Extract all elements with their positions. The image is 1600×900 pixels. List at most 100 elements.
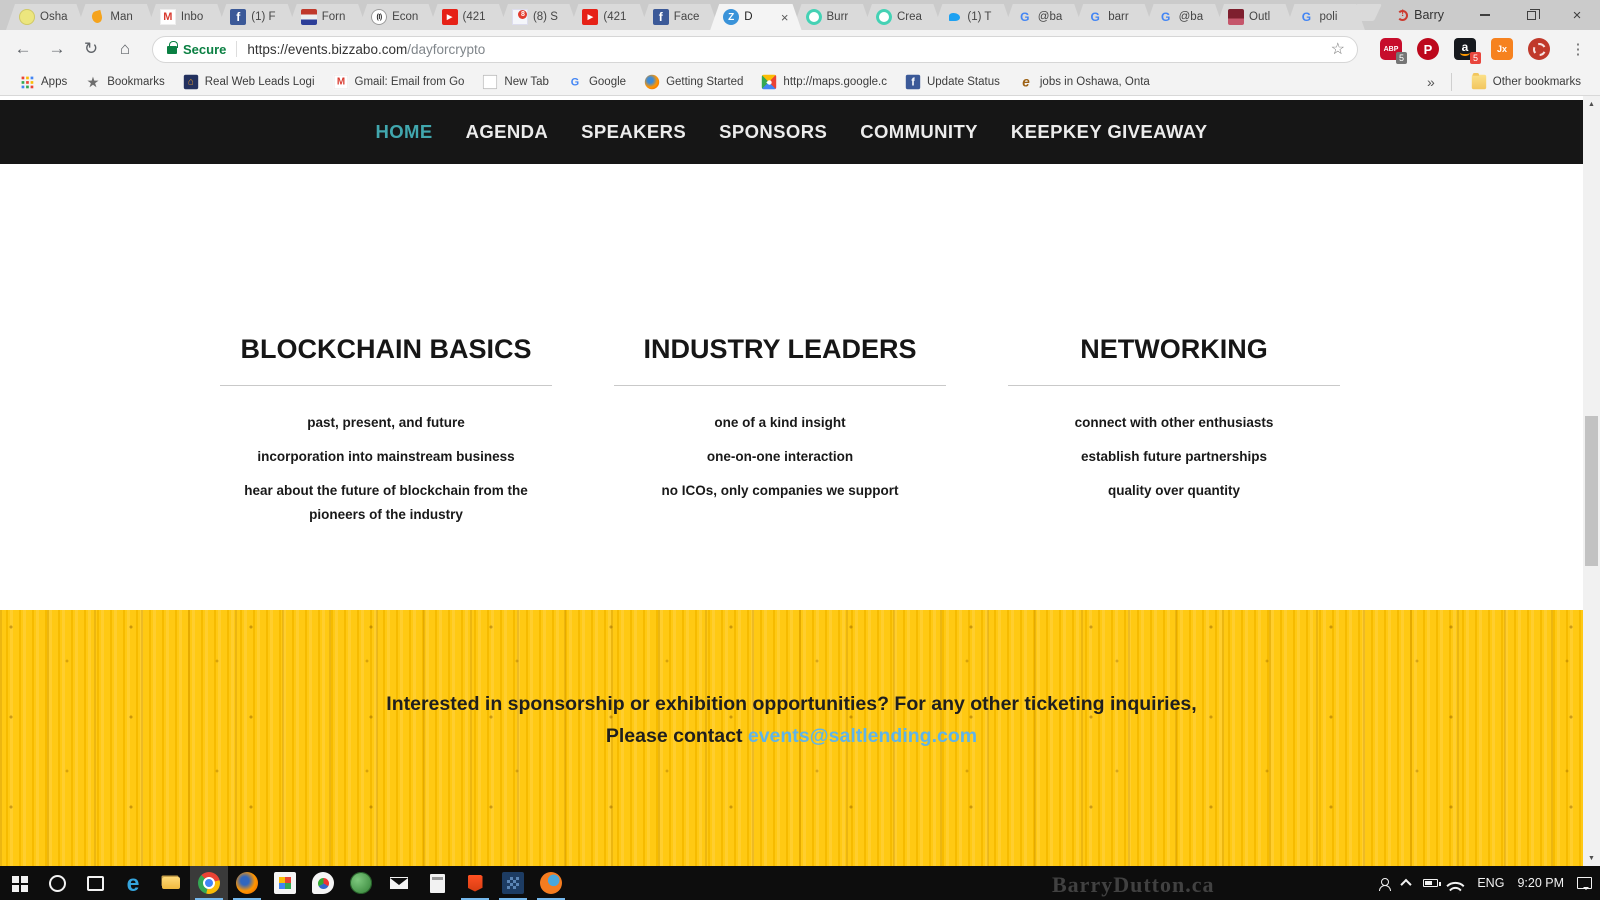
- notification-center-icon[interactable]: [1577, 877, 1592, 890]
- column-item: past, present, and future: [307, 415, 465, 430]
- tab-title: @ba: [1178, 11, 1204, 23]
- tab-title: Osha: [40, 11, 68, 23]
- taskbar-button[interactable]: [532, 866, 570, 900]
- bookmark-item[interactable]: Google: [558, 70, 635, 94]
- browser-tab[interactable]: D ×: [710, 4, 801, 30]
- security-label[interactable]: Secure: [183, 42, 226, 57]
- browser-tab[interactable]: @ba: [1145, 4, 1224, 30]
- column-item: incorporation into mainstream business: [257, 449, 515, 464]
- taskbar-button[interactable]: [304, 866, 342, 900]
- back-button[interactable]: ←: [10, 36, 36, 62]
- taskbar-button[interactable]: [456, 866, 494, 900]
- clock[interactable]: 9:20 PM: [1517, 876, 1564, 890]
- home-button[interactable]: ⌂: [112, 36, 138, 62]
- taskbar-button[interactable]: [114, 866, 152, 900]
- bookmark-item[interactable]: Apps: [10, 70, 76, 94]
- extension-icon[interactable]: [1528, 38, 1550, 60]
- taskbar-button[interactable]: [494, 866, 532, 900]
- people-icon[interactable]: [1379, 878, 1392, 891]
- browser-tab[interactable]: Outl: [1215, 4, 1294, 30]
- tab-title: barr: [1108, 11, 1129, 23]
- scrollbar-thumb[interactable]: [1585, 416, 1598, 566]
- taskbar-app-icon: [540, 872, 562, 894]
- back-icon: ←: [14, 39, 32, 58]
- contact-email-link[interactable]: events@saltlending.com: [748, 725, 977, 747]
- other-bookmarks-label: Other bookmarks: [1492, 75, 1581, 88]
- window-minimize-button[interactable]: [1462, 0, 1508, 30]
- extension-icon[interactable]: [1417, 38, 1439, 60]
- wifi-icon[interactable]: [1446, 875, 1465, 895]
- bookmarks-overflow-chevron[interactable]: »: [1421, 74, 1441, 90]
- browser-tab[interactable]: Inbo: [147, 4, 226, 30]
- browser-tab[interactable]: (8) S: [499, 4, 578, 30]
- tab-favicon: [1017, 9, 1033, 25]
- site-nav-link[interactable]: COMMUNITY: [860, 121, 978, 143]
- scrollbar-down-icon[interactable]: ▼: [1583, 850, 1600, 866]
- extension-icon[interactable]: [1491, 38, 1513, 60]
- extension-icon[interactable]: 5: [1380, 38, 1407, 64]
- reload-button[interactable]: ↻: [78, 36, 104, 62]
- taskbar-button[interactable]: [152, 866, 190, 900]
- window-restore-button[interactable]: [1508, 0, 1554, 30]
- site-nav-link[interactable]: HOME: [375, 121, 432, 143]
- language-indicator[interactable]: ENG: [1477, 876, 1504, 890]
- close-icon: ×: [1572, 6, 1582, 24]
- taskbar-button[interactable]: [380, 866, 418, 900]
- chrome-menu-icon[interactable]: ⋮: [1566, 40, 1590, 58]
- taskbar-button[interactable]: [342, 866, 380, 900]
- site-nav-link[interactable]: SPEAKERS: [581, 121, 686, 143]
- taskbar-button[interactable]: [38, 866, 76, 900]
- page-scrollbar[interactable]: ▲ ▼: [1583, 96, 1600, 866]
- omnibox[interactable]: Secure https://events.bizzabo.com/dayfor…: [152, 35, 1358, 63]
- site-nav: HOME AGENDA SPEAKERS SPONSORS COMMUNITY …: [0, 100, 1583, 164]
- bookmark-item[interactable]: Gmail: Email from Go: [324, 70, 474, 94]
- column-item: hear about the future of blockchain from…: [244, 483, 528, 522]
- tab-close-icon[interactable]: ×: [781, 11, 789, 24]
- browser-tab[interactable]: Econ: [358, 4, 437, 30]
- site-nav-link[interactable]: KEEPKEY GIVEAWAY: [1011, 121, 1208, 143]
- bookmark-item[interactable]: Bookmarks: [76, 70, 174, 94]
- browser-tab[interactable]: (1) T: [933, 4, 1012, 30]
- browser-tab[interactable]: (421: [569, 4, 648, 30]
- taskbar-button[interactable]: [76, 866, 114, 900]
- browser-tab[interactable]: Forn: [288, 4, 367, 30]
- browser-profile[interactable]: Barry: [1397, 8, 1444, 22]
- browser-tab[interactable]: Burr: [793, 4, 872, 30]
- taskbar-button[interactable]: [228, 866, 266, 900]
- bookmark-label: New Tab: [504, 75, 549, 88]
- secure-lock-icon[interactable]: [167, 41, 178, 54]
- bookmark-favicon: [483, 74, 498, 89]
- browser-tab[interactable]: (1) F: [217, 4, 296, 30]
- browser-tab[interactable]: Osha: [6, 4, 85, 30]
- browser-tab[interactable]: Man: [76, 4, 155, 30]
- browser-tab[interactable]: Face: [640, 4, 719, 30]
- other-bookmarks[interactable]: Other bookmarks: [1462, 70, 1590, 94]
- browser-tab[interactable]: (421: [429, 4, 508, 30]
- browser-tab[interactable]: Crea: [863, 4, 942, 30]
- taskbar-button[interactable]: [0, 866, 38, 900]
- tray-chevron-icon[interactable]: [1400, 878, 1413, 891]
- bookmark-item[interactable]: Real Web Leads Logi: [174, 70, 324, 94]
- site-nav-link[interactable]: AGENDA: [466, 121, 549, 143]
- bookmark-item[interactable]: Getting Started: [635, 70, 752, 94]
- bookmark-star-icon[interactable]: ☆: [1331, 39, 1345, 59]
- scrollbar-up-icon[interactable]: ▲: [1583, 96, 1600, 112]
- url-text[interactable]: https://events.bizzabo.com/dayforcrypto: [247, 42, 1322, 57]
- bookmark-item[interactable]: Update Status: [896, 70, 1009, 94]
- bookmark-item[interactable]: http://maps.google.c: [752, 70, 896, 94]
- bookmark-favicon: [762, 74, 777, 89]
- taskbar-button[interactable]: [266, 866, 304, 900]
- browser-tab[interactable]: @ba: [1004, 4, 1083, 30]
- battery-icon[interactable]: [1423, 879, 1442, 887]
- taskbar-button[interactable]: [190, 866, 228, 900]
- site-nav-link[interactable]: SPONSORS: [719, 121, 827, 143]
- taskbar-button[interactable]: [418, 866, 456, 900]
- browser-tab[interactable]: barr: [1074, 4, 1153, 30]
- tab-favicon: [806, 9, 822, 25]
- window-close-button[interactable]: ×: [1554, 0, 1600, 30]
- extension-icon[interactable]: 5: [1454, 38, 1481, 64]
- bookmark-item[interactable]: jobs in Oshawa, Onta: [1009, 70, 1159, 94]
- bookmark-label: Real Web Leads Logi: [204, 75, 315, 88]
- bookmark-item[interactable]: New Tab: [473, 70, 558, 94]
- forward-button[interactable]: →: [44, 36, 70, 62]
